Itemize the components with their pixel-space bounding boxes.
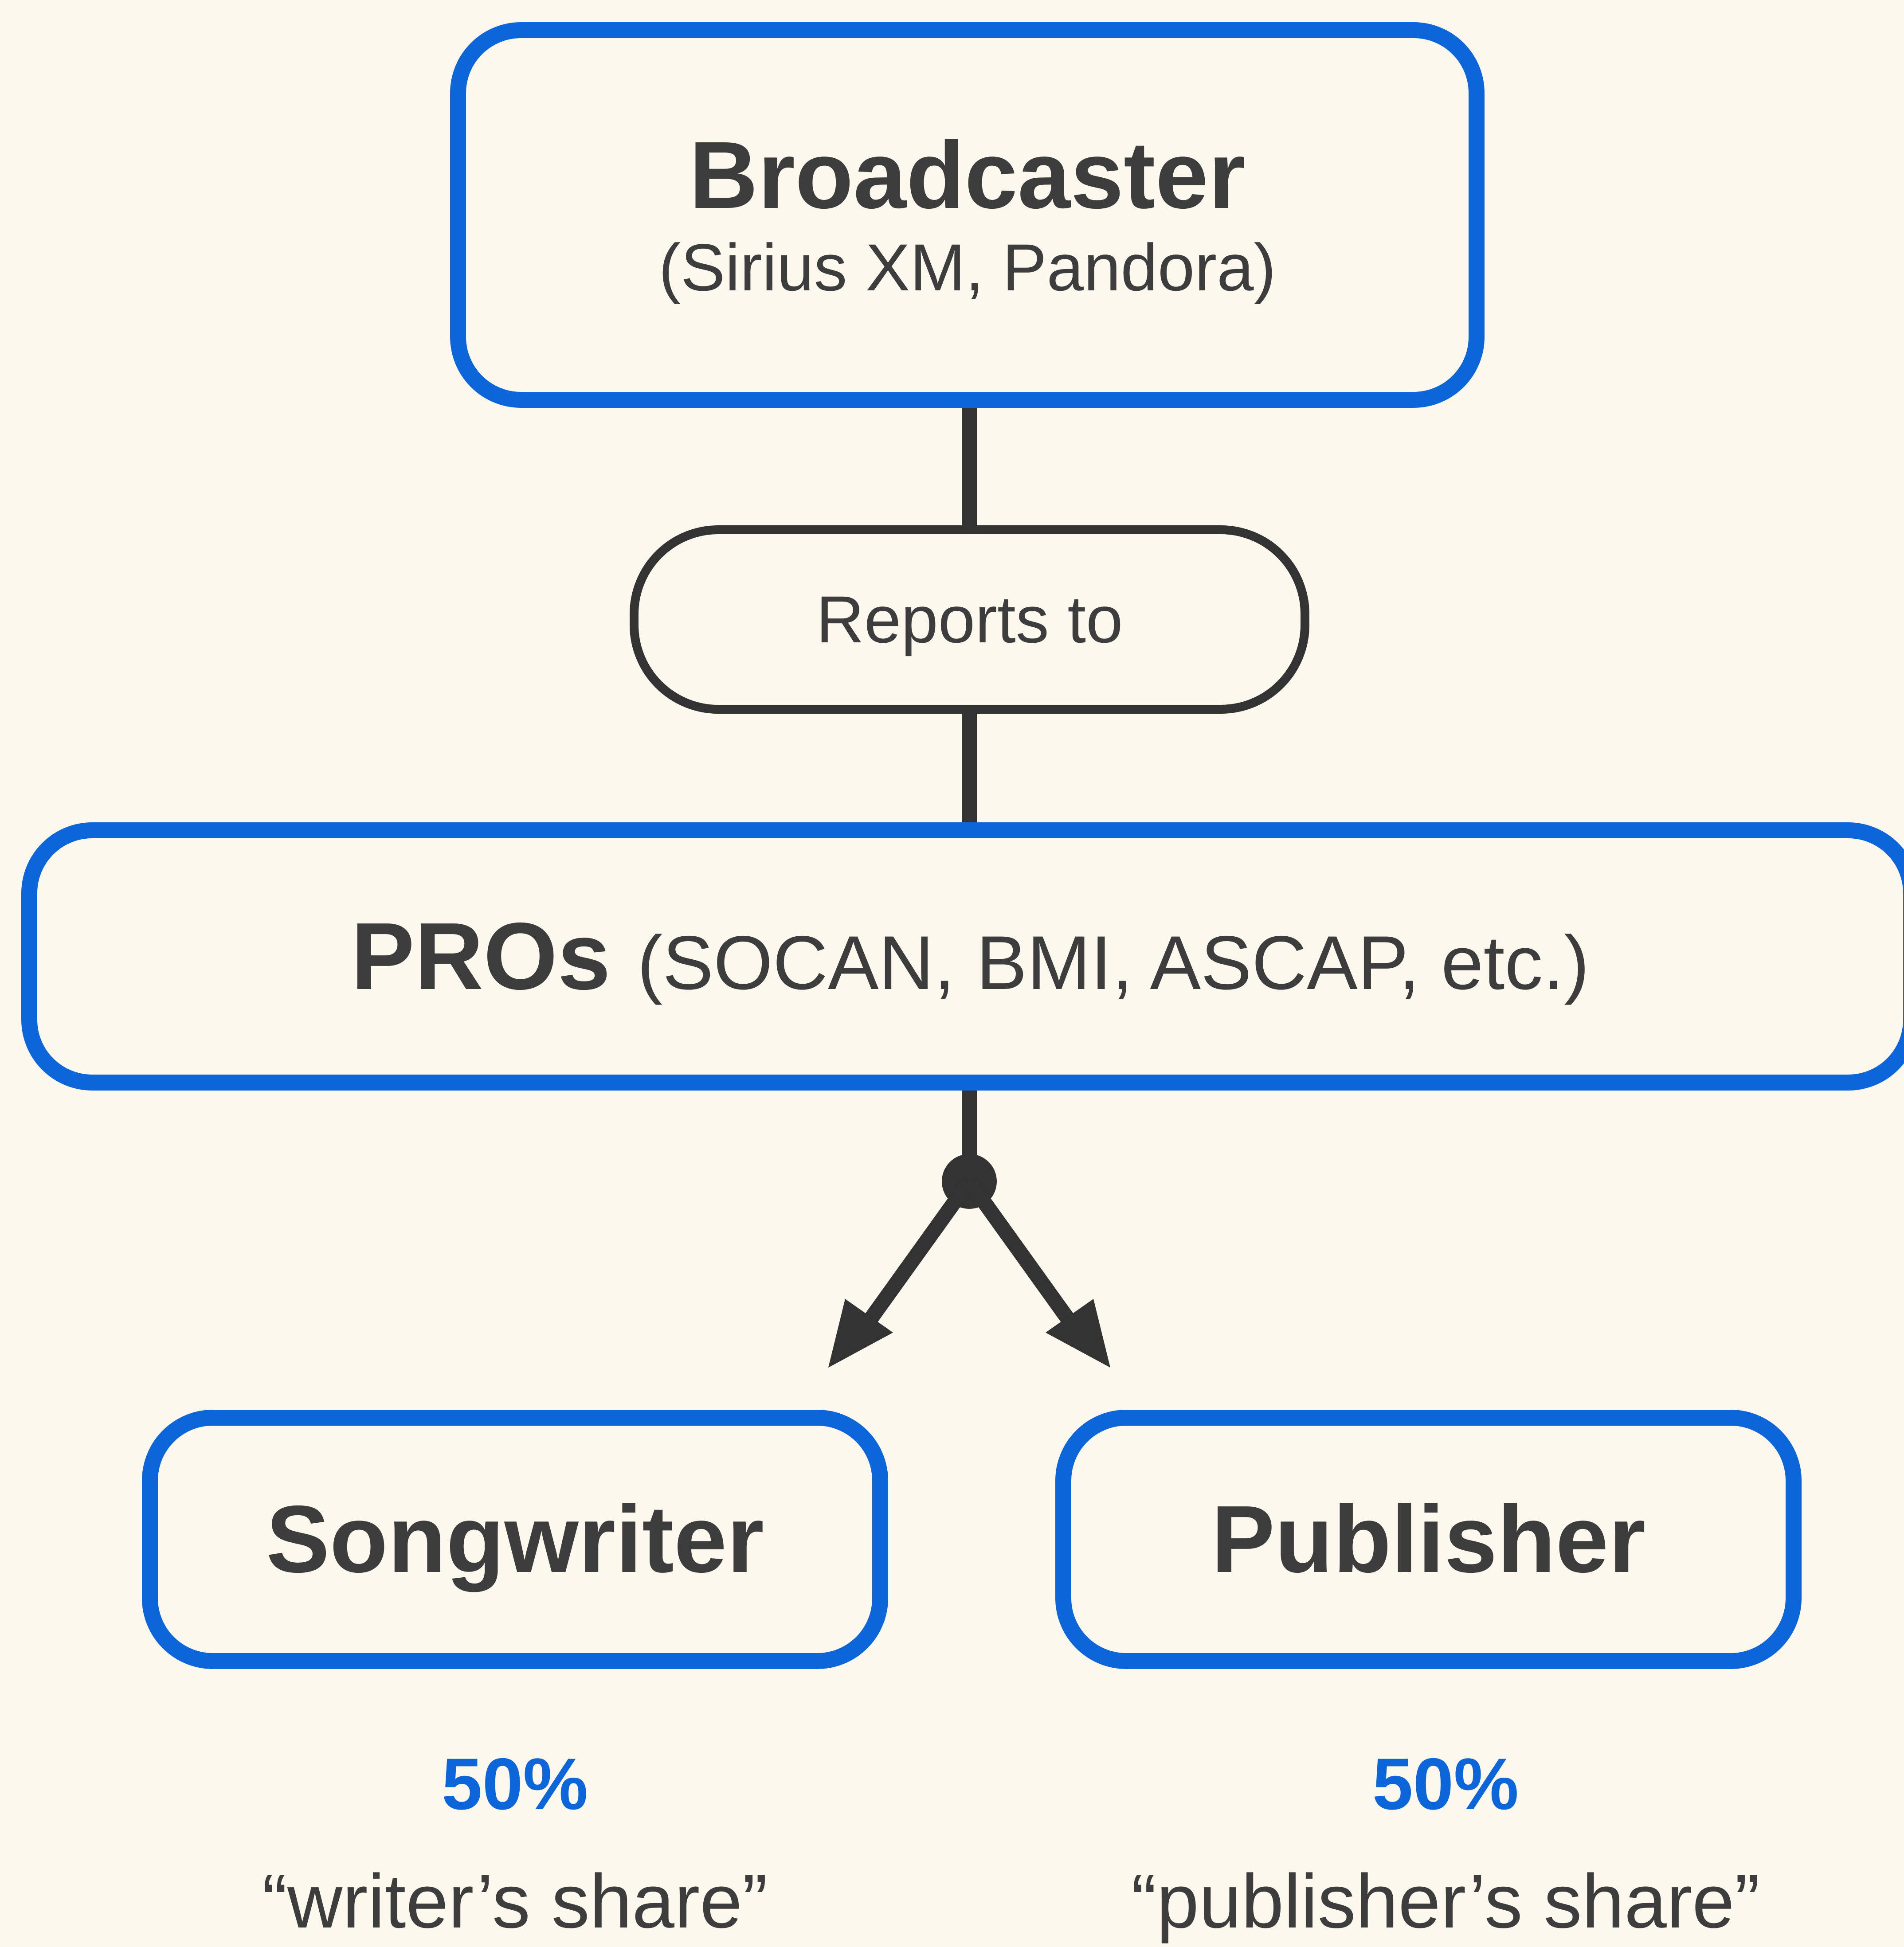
songwriter-share-label: “writer’s share” [262, 1859, 768, 1944]
publisher-title: Publisher [1211, 1486, 1646, 1593]
publisher-node: Publisher [1055, 1410, 1802, 1669]
broadcaster-node: Broadcaster (Sirius XM, Pandora) [450, 22, 1485, 408]
reports-to-label: Reports to [816, 582, 1123, 657]
songwriter-percent: 50% [441, 1743, 588, 1825]
publisher-percent: 50% [1372, 1743, 1519, 1825]
reports-to-pill: Reports to [630, 525, 1309, 714]
pros-subtitle: (SOCAN, BMI, ASCAP, etc.) [637, 920, 1590, 1006]
broadcaster-title: Broadcaster [689, 121, 1246, 228]
pros-node: PROs (SOCAN, BMI, ASCAP, etc.) [21, 822, 1904, 1091]
songwriter-node: Songwriter [142, 1410, 888, 1669]
arrow-line-to-publisher [963, 1177, 1087, 1341]
publisher-share-label: “publisher’s share” [1131, 1859, 1760, 1944]
pros-text-row: PROs (SOCAN, BMI, ASCAP, etc.) [351, 904, 1590, 1009]
arrow-line-to-songwriter [852, 1177, 976, 1341]
songwriter-title: Songwriter [266, 1486, 764, 1593]
broadcaster-subtitle: (Sirius XM, Pandora) [658, 230, 1276, 305]
pros-title: PROs [351, 903, 611, 1010]
